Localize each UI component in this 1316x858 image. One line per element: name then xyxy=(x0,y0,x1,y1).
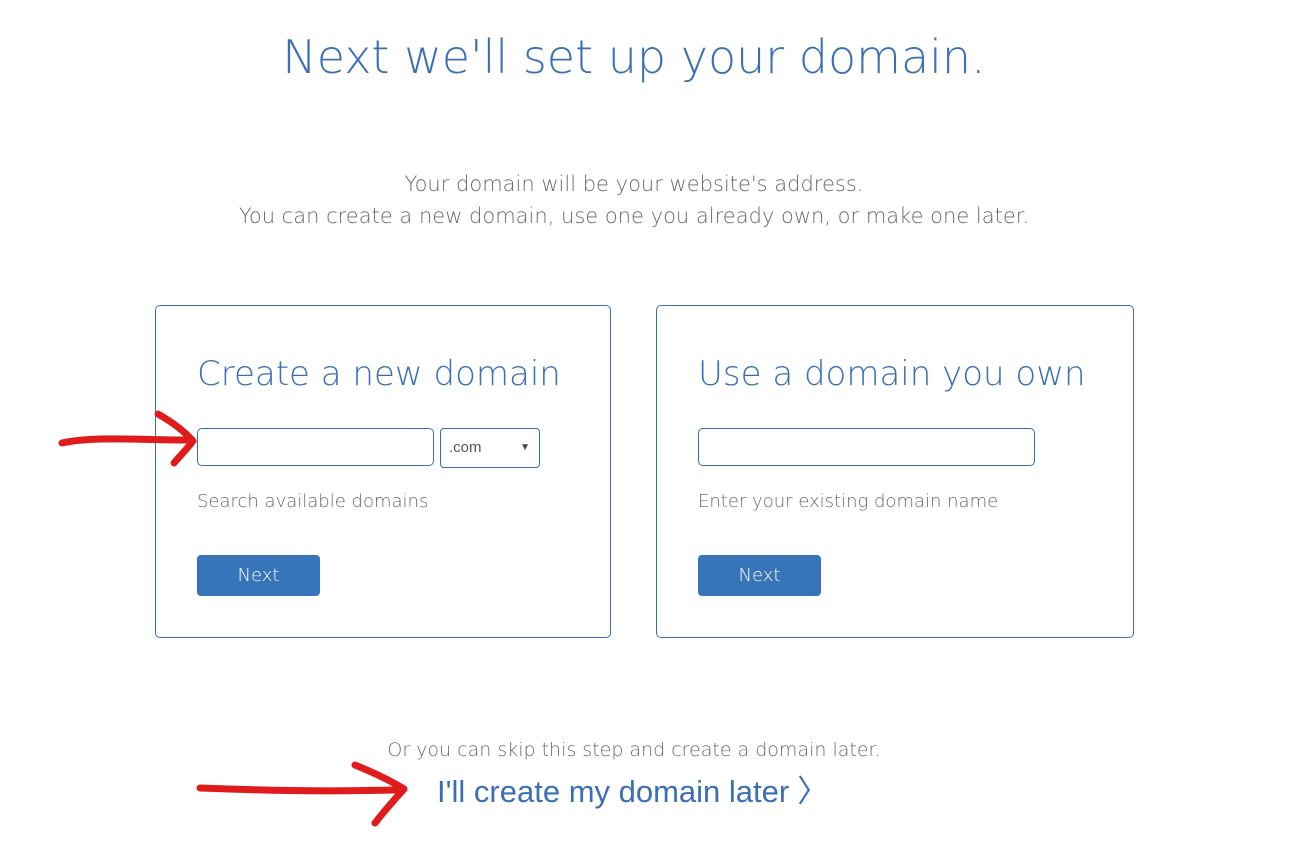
own-domain-card: Use a domain you own Enter your existing… xyxy=(656,305,1134,638)
tld-select[interactable]: .com ▼ xyxy=(440,428,540,468)
chevron-down-icon: ▼ xyxy=(520,442,530,453)
arrow-to-later-link-icon xyxy=(196,761,408,827)
create-domain-next-button[interactable]: Next xyxy=(197,555,320,596)
intro-line-2: You can create a new domain, use one you… xyxy=(238,204,1030,228)
search-domains-hint: Search available domains xyxy=(197,491,429,512)
existing-domain-input[interactable] xyxy=(698,428,1035,466)
new-domain-input[interactable] xyxy=(197,428,434,466)
own-domain-title: Use a domain you own xyxy=(698,354,1086,394)
own-domain-next-button[interactable]: Next xyxy=(698,555,821,596)
domain-setup-page: Next we'll set up your domain. Your doma… xyxy=(0,0,1316,858)
create-domain-later-label: I'll create my domain later xyxy=(437,774,790,809)
create-domain-card: Create a new domain .com ▼ Search availa… xyxy=(155,305,611,638)
tld-selected-value: .com xyxy=(449,439,482,456)
create-domain-title: Create a new domain xyxy=(197,354,561,394)
create-domain-later-link[interactable]: I'll create my domain later 〉 xyxy=(437,766,828,811)
skip-step-text: Or you can skip this step and create a d… xyxy=(387,739,881,761)
intro-line-1: Your domain will be your website's addre… xyxy=(404,172,864,196)
page-title: Next we'll set up your domain. xyxy=(282,30,986,84)
existing-domain-hint: Enter your existing domain name xyxy=(698,491,999,512)
chevron-right-icon: 〉 xyxy=(797,774,829,810)
